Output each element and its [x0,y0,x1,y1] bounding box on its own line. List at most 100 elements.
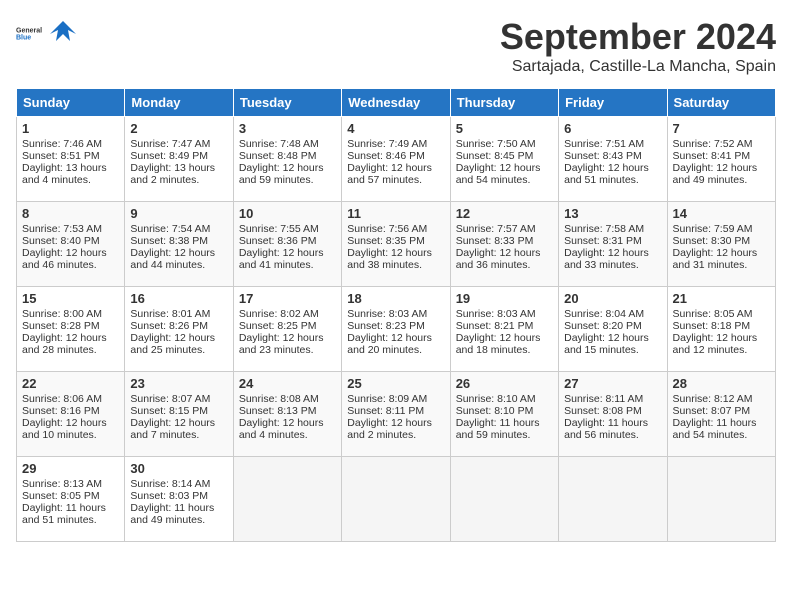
sunrise-label: Sunrise: 7:46 AM [22,138,102,150]
sunrise-label: Sunrise: 7:58 AM [564,223,644,235]
sunset-label: Sunset: 8:26 PM [130,320,208,332]
sunset-label: Sunset: 8:36 PM [239,235,317,247]
sunset-label: Sunset: 8:11 PM [347,405,424,417]
sunrise-label: Sunrise: 8:04 AM [564,308,644,320]
day-number: 24 [239,376,336,391]
month-title: September 2024 [500,16,776,58]
day-cell-7: 7 Sunrise: 7:52 AM Sunset: 8:41 PM Dayli… [667,117,775,202]
sunrise-label: Sunrise: 8:02 AM [239,308,319,320]
col-friday: Friday [559,89,667,117]
sunset-label: Sunset: 8:51 PM [22,150,100,162]
day-number: 30 [130,461,227,476]
sunrise-label: Sunrise: 7:48 AM [239,138,319,150]
day-number: 9 [130,206,227,221]
sunset-label: Sunset: 8:08 PM [564,405,642,417]
day-cell-30: 30 Sunrise: 8:14 AM Sunset: 8:03 PM Dayl… [125,457,233,542]
day-cell-19: 19 Sunrise: 8:03 AM Sunset: 8:21 PM Dayl… [450,287,558,372]
day-number: 19 [456,291,553,306]
sunset-label: Sunset: 8:38 PM [130,235,208,247]
sunset-label: Sunset: 8:10 PM [456,405,534,417]
day-number: 13 [564,206,661,221]
sunset-label: Sunset: 8:40 PM [22,235,100,247]
logo-icon: General Blue [16,18,44,45]
daylight-label: Daylight: 12 hours and 28 minutes. [22,332,107,356]
sunset-label: Sunset: 8:25 PM [239,320,317,332]
daylight-label: Daylight: 12 hours and 54 minutes. [456,162,541,186]
week-row: 22 Sunrise: 8:06 AM Sunset: 8:16 PM Dayl… [17,372,776,457]
day-cell-12: 12 Sunrise: 7:57 AM Sunset: 8:33 PM Dayl… [450,202,558,287]
day-cell-26: 26 Sunrise: 8:10 AM Sunset: 8:10 PM Dayl… [450,372,558,457]
daylight-label: Daylight: 12 hours and 49 minutes. [673,162,758,186]
week-row: 1 Sunrise: 7:46 AM Sunset: 8:51 PM Dayli… [17,117,776,202]
daylight-label: Daylight: 12 hours and 18 minutes. [456,332,541,356]
sunrise-label: Sunrise: 7:57 AM [456,223,536,235]
day-number: 16 [130,291,227,306]
sunrise-label: Sunrise: 8:07 AM [130,393,210,405]
day-cell-28: 28 Sunrise: 8:12 AM Sunset: 8:07 PM Dayl… [667,372,775,457]
day-number: 22 [22,376,119,391]
sunrise-label: Sunrise: 7:51 AM [564,138,644,150]
sunset-label: Sunset: 8:28 PM [22,320,100,332]
sunset-label: Sunset: 8:16 PM [22,405,100,417]
daylight-label: Daylight: 12 hours and 20 minutes. [347,332,432,356]
day-cell-2: 2 Sunrise: 7:47 AM Sunset: 8:49 PM Dayli… [125,117,233,202]
week-row: 8 Sunrise: 7:53 AM Sunset: 8:40 PM Dayli… [17,202,776,287]
calendar-table: Sunday Monday Tuesday Wednesday Thursday… [16,88,776,542]
day-number: 6 [564,121,661,136]
day-cell-17: 17 Sunrise: 8:02 AM Sunset: 8:25 PM Dayl… [233,287,341,372]
empty-cell [667,457,775,542]
day-number: 12 [456,206,553,221]
daylight-label: Daylight: 12 hours and 51 minutes. [564,162,649,186]
sunrise-label: Sunrise: 8:03 AM [347,308,427,320]
day-number: 18 [347,291,444,306]
daylight-label: Daylight: 11 hours and 54 minutes. [673,417,757,441]
day-cell-4: 4 Sunrise: 7:49 AM Sunset: 8:46 PM Dayli… [342,117,450,202]
daylight-label: Daylight: 12 hours and 36 minutes. [456,247,541,271]
header-row: Sunday Monday Tuesday Wednesday Thursday… [17,89,776,117]
col-sunday: Sunday [17,89,125,117]
day-number: 5 [456,121,553,136]
sunset-label: Sunset: 8:05 PM [22,490,100,502]
day-cell-20: 20 Sunrise: 8:04 AM Sunset: 8:20 PM Dayl… [559,287,667,372]
day-number: 15 [22,291,119,306]
day-cell-8: 8 Sunrise: 7:53 AM Sunset: 8:40 PM Dayli… [17,202,125,287]
day-cell-14: 14 Sunrise: 7:59 AM Sunset: 8:30 PM Dayl… [667,202,775,287]
sunrise-label: Sunrise: 8:08 AM [239,393,319,405]
day-number: 26 [456,376,553,391]
sunrise-label: Sunrise: 8:09 AM [347,393,427,405]
daylight-label: Daylight: 12 hours and 41 minutes. [239,247,324,271]
sunrise-label: Sunrise: 8:13 AM [22,478,102,490]
day-number: 14 [673,206,770,221]
col-wednesday: Wednesday [342,89,450,117]
day-cell-9: 9 Sunrise: 7:54 AM Sunset: 8:38 PM Dayli… [125,202,233,287]
bird-icon [48,16,78,46]
logo-text-general: General [16,27,42,34]
day-cell-3: 3 Sunrise: 7:48 AM Sunset: 8:48 PM Dayli… [233,117,341,202]
day-cell-29: 29 Sunrise: 8:13 AM Sunset: 8:05 PM Dayl… [17,457,125,542]
sunset-label: Sunset: 8:35 PM [347,235,425,247]
sunrise-label: Sunrise: 7:59 AM [673,223,753,235]
sunset-label: Sunset: 8:43 PM [564,150,642,162]
day-number: 28 [673,376,770,391]
sunset-label: Sunset: 8:31 PM [564,235,642,247]
sunrise-label: Sunrise: 8:05 AM [673,308,753,320]
sunrise-label: Sunrise: 8:11 AM [564,393,643,405]
day-cell-18: 18 Sunrise: 8:03 AM Sunset: 8:23 PM Dayl… [342,287,450,372]
col-monday: Monday [125,89,233,117]
daylight-label: Daylight: 11 hours and 51 minutes. [22,502,106,526]
day-cell-11: 11 Sunrise: 7:56 AM Sunset: 8:35 PM Dayl… [342,202,450,287]
logo: General Blue [16,16,78,46]
sunset-label: Sunset: 8:03 PM [130,490,208,502]
sunset-label: Sunset: 8:07 PM [673,405,751,417]
day-number: 4 [347,121,444,136]
sunrise-label: Sunrise: 7:50 AM [456,138,536,150]
sunset-label: Sunset: 8:21 PM [456,320,534,332]
sunset-label: Sunset: 8:46 PM [347,150,425,162]
daylight-label: Daylight: 12 hours and 12 minutes. [673,332,758,356]
day-number: 27 [564,376,661,391]
daylight-label: Daylight: 12 hours and 44 minutes. [130,247,215,271]
day-number: 2 [130,121,227,136]
sunrise-label: Sunrise: 8:03 AM [456,308,536,320]
sunrise-label: Sunrise: 7:47 AM [130,138,210,150]
daylight-label: Daylight: 12 hours and 59 minutes. [239,162,324,186]
